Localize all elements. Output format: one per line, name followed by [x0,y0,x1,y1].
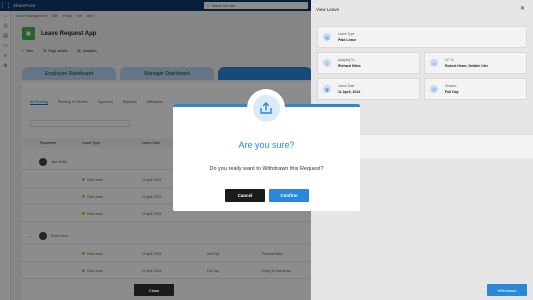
cc-to-card: ☺ CC To Robert Howe, Debbie Uler [424,52,527,74]
calendar-icon: ▦ [323,85,331,93]
field-label: Applying To [338,58,355,62]
pane-title: View Leave [316,7,340,12]
dialog-message: Do you really want to Withdrawn this Req… [209,166,324,172]
close-button[interactable]: Close [134,284,174,296]
document-icon: ▤ [323,33,331,41]
field-value: 11 April, 2024 [338,90,361,94]
field-label: Leave Date [338,84,355,88]
session-card: ◷ Session Full Day [424,78,527,100]
field-value: Richard Miles [338,64,361,68]
dialog-icon-badge [247,89,285,127]
withdrawn-button[interactable]: Withdrawn [487,284,527,296]
field-label: CC To [445,58,454,62]
leave-date-card: ▦ Leave Date 11 April, 2024 [317,78,420,100]
clock-icon: ◷ [430,85,438,93]
leave-type-card: ▤ Leave Type Paid Leave [317,26,527,48]
field-value: Robert Howe, Debbie Uler [445,64,488,68]
applying-to-card: ☺ Applying To Richard Miles [317,52,420,74]
confirm-button[interactable]: Confirm [269,189,309,202]
cancel-button[interactable]: Cancel [225,189,265,202]
field-value: Paid Leave [338,38,357,42]
person-icon: ☺ [323,59,331,67]
field-label: Session [445,84,457,88]
people-icon: ☺ [430,59,438,67]
field-label: Leave Type [338,32,355,36]
close-icon[interactable]: ✕ [520,5,525,12]
upload-share-icon [252,94,280,122]
field-value: Full Day [445,90,459,94]
dialog-title: Are you sure? [238,140,295,150]
